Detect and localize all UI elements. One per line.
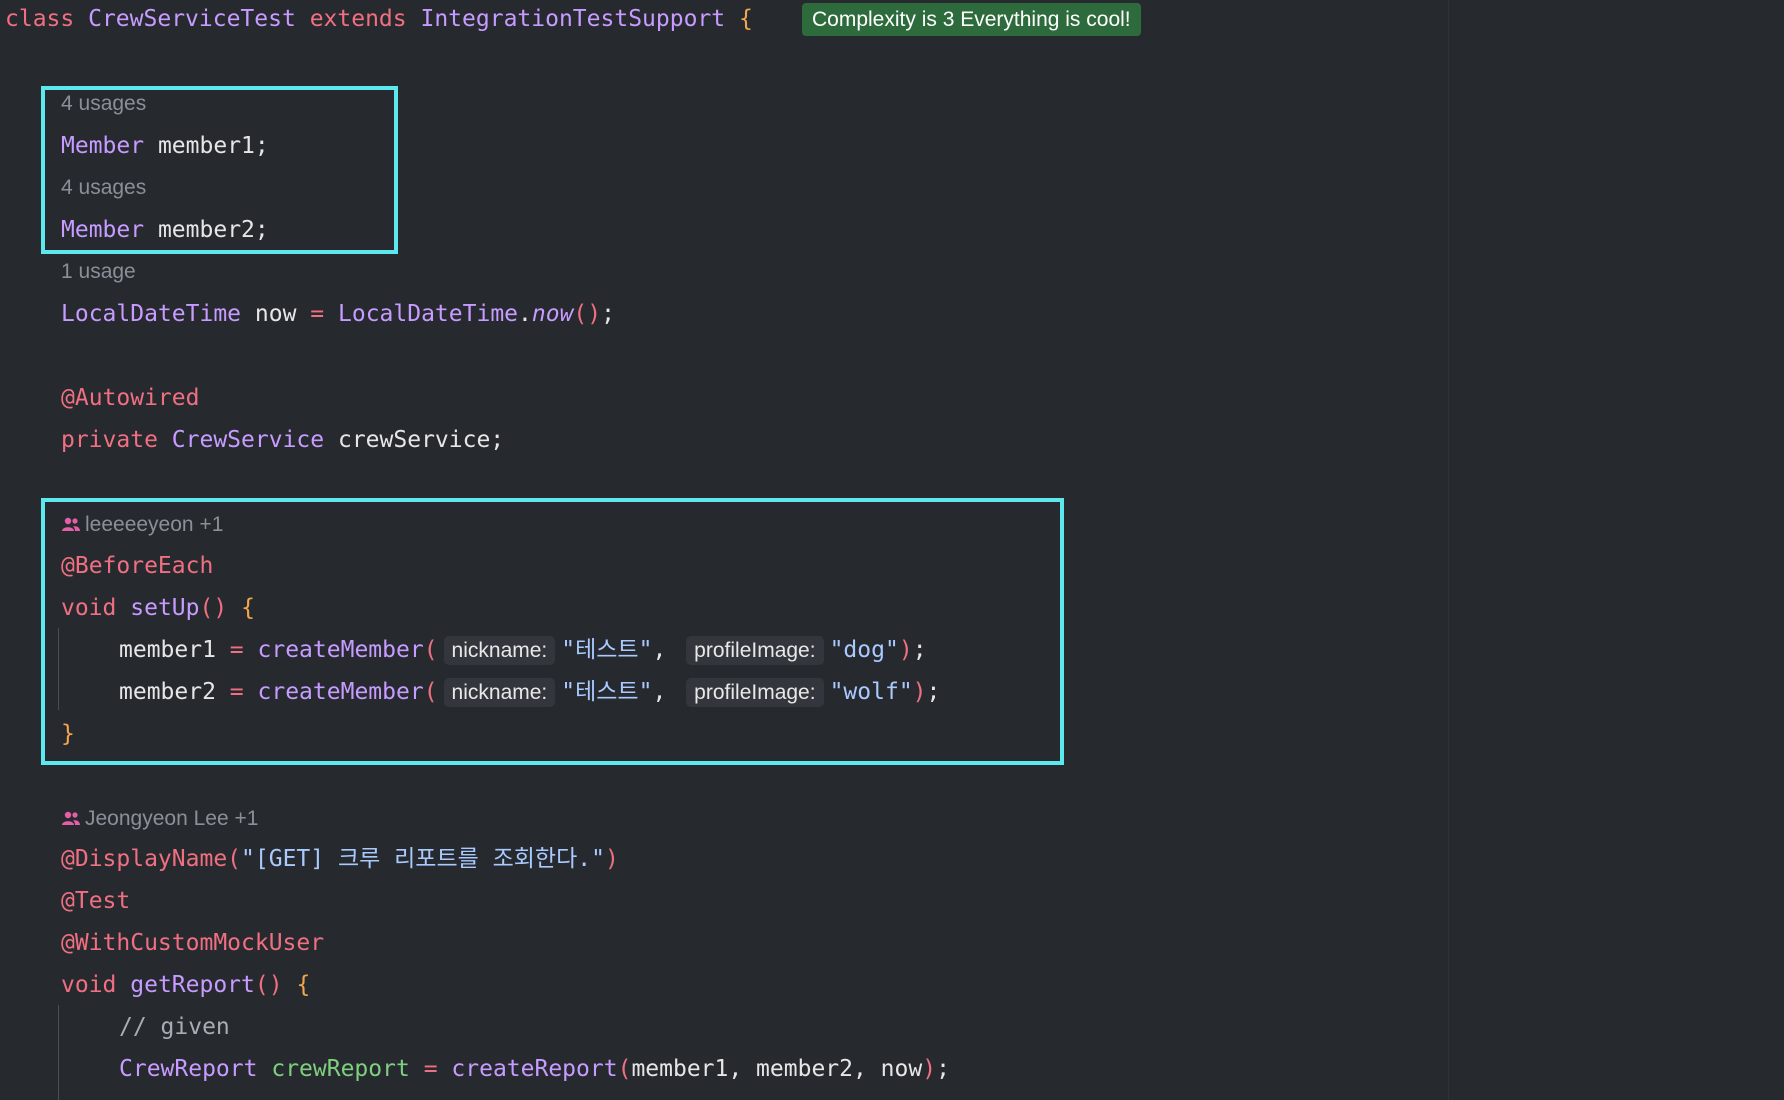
class-keyword: class [5, 6, 75, 32]
createmember2-open-paren: ( [423, 679, 438, 705]
createreport-args: member1, member2, now [631, 1056, 923, 1082]
displayname-open-paren: ( [227, 846, 242, 872]
displayname-string: "[GET] 크루 리포트를 조회한다." [241, 846, 605, 872]
nickname-arg-1: "테스트" [561, 637, 653, 663]
setup-member1-line[interactable]: member1 = createMember(nickname: "테스트", p… [119, 633, 927, 667]
member2-var: member2 [119, 679, 216, 705]
superclass-name[interactable]: IntegrationTestSupport [420, 6, 725, 32]
now-method-call: now [531, 301, 574, 327]
getreport-parens: () [254, 972, 283, 998]
setup-close-brace: } [61, 721, 75, 747]
profileimage-param-hint-2: profileImage: [686, 678, 824, 707]
report-author-hint[interactable]: Jeongyeon Lee +1 [61, 804, 258, 834]
class-declaration-line[interactable]: class CrewServiceTest extends Integratio… [5, 2, 753, 36]
createmember1-call: createMember [257, 637, 424, 663]
setup-open-brace: { [241, 595, 255, 621]
arg-comma-2: , [652, 679, 667, 705]
people-icon [61, 511, 81, 531]
member1-var: member1 [119, 637, 216, 663]
beforeeach-annotation: @BeforeEach [61, 553, 214, 579]
setup-parens: () [199, 595, 228, 621]
autowired-annotation: @Autowired [61, 385, 200, 411]
now-parens: () [573, 301, 602, 327]
report-author-name: Jeongyeon Lee +1 [85, 807, 259, 830]
createmember2-call: createMember [257, 679, 424, 705]
nickname-arg-2: "테스트" [561, 679, 653, 705]
mockuser-annotation: @WithCustomMockUser [61, 930, 325, 956]
setup-author-name: leeeeeyeon +1 [85, 513, 224, 536]
now-dot: . [518, 301, 532, 327]
getreport-signature-line[interactable]: void getReport() { [61, 968, 310, 1002]
now-equals: = [310, 301, 325, 327]
crewservice-type: CrewService [171, 427, 325, 453]
setup-signature-line[interactable]: void setUp() { [61, 591, 255, 625]
field-now-line[interactable]: LocalDateTime now = LocalDateTime.now(); [61, 297, 615, 331]
crewreport-equals: = [423, 1056, 438, 1082]
profileimage-arg-2: "wolf" [829, 679, 913, 705]
member2-semicolon: ; [926, 679, 941, 705]
createreport-call: createReport [451, 1056, 618, 1082]
highlight-box-fields [41, 86, 398, 254]
test-annotation-line[interactable]: @Test [61, 884, 130, 918]
createreport-semicolon: ; [936, 1056, 950, 1082]
crewservice-name: crewService; [337, 427, 505, 453]
getreport-open-brace: { [296, 972, 311, 998]
indent-guide-getreport [58, 1005, 59, 1100]
member1-equals: = [229, 637, 244, 663]
class-open-brace: { [738, 6, 753, 32]
now-name: now [254, 301, 297, 327]
given-comment-line[interactable]: // given [119, 1010, 230, 1044]
usage-hint-now[interactable]: 1 usage [61, 257, 136, 287]
createmember1-close-paren: ) [898, 637, 913, 663]
given-comment: // given [119, 1014, 230, 1040]
createmember1-open-paren: ( [423, 637, 438, 663]
getreport-method-name: getReport [130, 972, 255, 998]
autowired-annotation-line[interactable]: @Autowired [61, 381, 199, 415]
nickname-param-hint-2: nickname: [443, 678, 556, 707]
crewreport-type: CrewReport [119, 1056, 258, 1082]
displayname-annotation-line[interactable]: @DisplayName("[GET] 크루 리포트를 조회한다.") [61, 842, 619, 876]
people-icon [61, 805, 81, 825]
now-semicolon: ; [601, 301, 615, 327]
createreport-line[interactable]: CrewReport crewReport = createReport(mem… [119, 1052, 950, 1086]
complexity-badge[interactable]: Complexity is 3 Everything is cool! [802, 3, 1141, 36]
createmember2-close-paren: ) [912, 679, 927, 705]
setup-member2-line[interactable]: member2 = createMember(nickname: "테스트", p… [119, 675, 940, 709]
getreport-void-keyword: void [61, 972, 117, 998]
createreport-open-paren: ( [617, 1056, 632, 1082]
setup-method-name: setUp [130, 595, 200, 621]
profileimage-param-hint-1: profileImage: [686, 636, 824, 665]
extends-keyword: extends [309, 6, 407, 32]
displayname-annotation: @DisplayName [61, 846, 228, 872]
private-keyword: private [61, 427, 158, 453]
member2-equals: = [229, 679, 244, 705]
setup-void-keyword: void [61, 595, 117, 621]
class-name[interactable]: CrewServiceTest [88, 6, 296, 32]
createreport-close-paren: ) [922, 1056, 937, 1082]
editor-gutter-right [1448, 0, 1784, 1100]
crewservice-field-line[interactable]: private CrewService crewService; [61, 423, 504, 457]
setup-author-hint[interactable]: leeeeeyeon +1 [61, 510, 223, 540]
crewreport-var: crewReport [271, 1056, 410, 1082]
now-type: LocalDateTime [61, 301, 242, 327]
setup-close-brace-line[interactable]: } [61, 717, 75, 751]
now-class-ref: LocalDateTime [338, 301, 519, 327]
member1-semicolon: ; [912, 637, 927, 663]
indent-guide-setup [58, 628, 59, 710]
beforeeach-annotation-line[interactable]: @BeforeEach [61, 549, 213, 583]
profileimage-arg-1: "dog" [829, 637, 899, 663]
test-annotation: @Test [61, 888, 131, 914]
displayname-close-paren: ) [604, 846, 619, 872]
mockuser-annotation-line[interactable]: @WithCustomMockUser [61, 926, 324, 960]
nickname-param-hint-1: nickname: [443, 636, 556, 665]
arg-comma-1: , [652, 637, 667, 663]
